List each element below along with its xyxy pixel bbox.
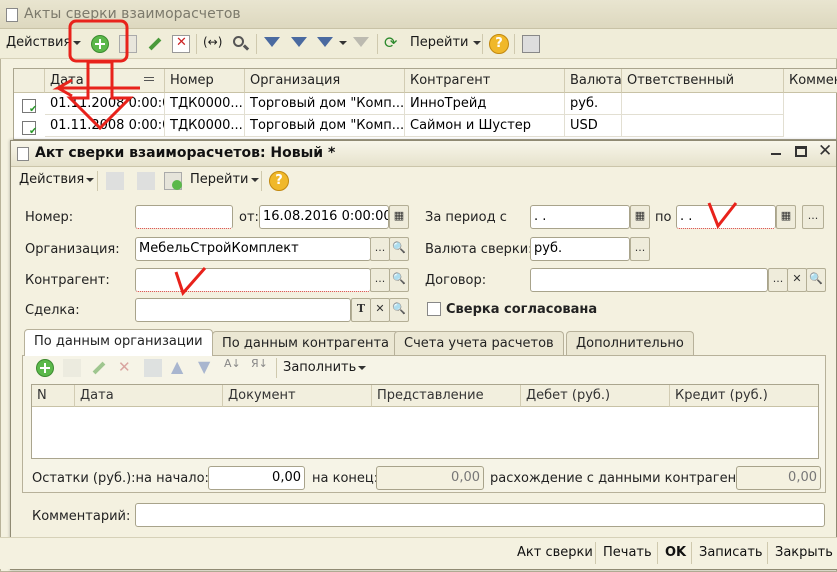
annotation-arrow-left	[52, 78, 140, 98]
annotation-tick	[707, 202, 738, 229]
annotation-arrow	[66, 60, 134, 131]
annotation-tick	[174, 267, 207, 296]
red-annotations	[52, 19, 738, 296]
annotation-box	[68, 19, 129, 63]
